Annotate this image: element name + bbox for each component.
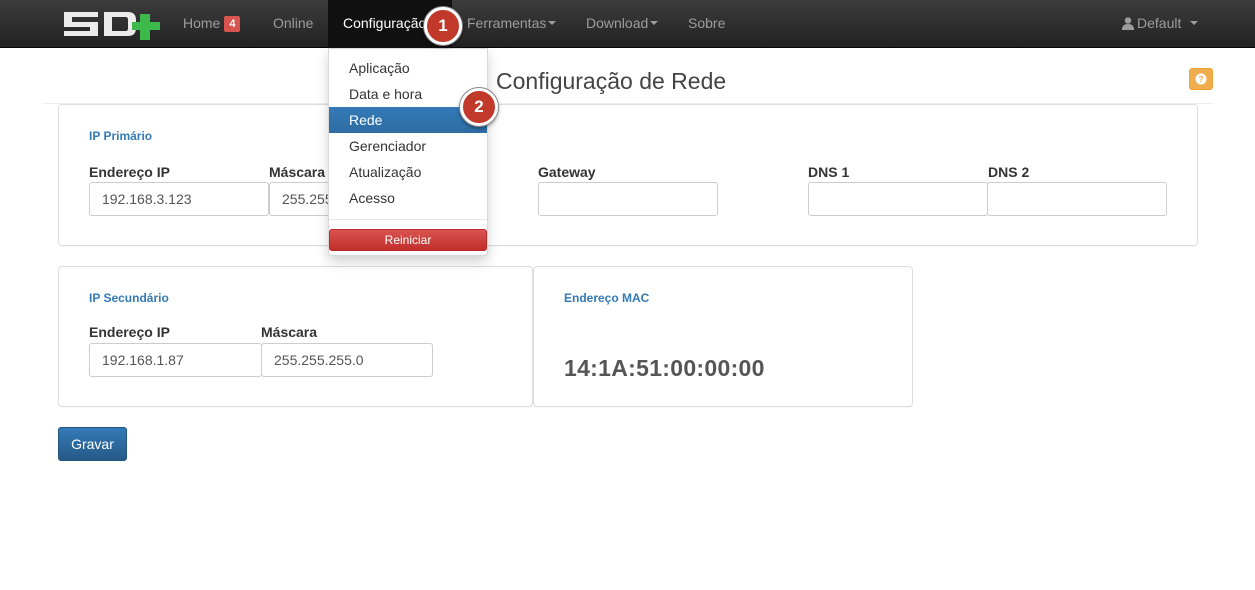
svg-text:?: ? [1199, 75, 1204, 84]
question-icon: ? [1195, 73, 1207, 85]
secondary-ip-panel: IP Secundário Endereço IP 192.168.1.87 M… [58, 266, 533, 407]
nav-download-label: Download [586, 15, 649, 31]
primary-ip-heading: IP Primário [89, 129, 153, 143]
user-menu[interactable]: Default [1122, 0, 1199, 48]
nav-online-label: Online [273, 15, 314, 31]
user-name: Default [1137, 15, 1182, 31]
menu-item-gerenciador[interactable]: Gerenciador [329, 133, 487, 159]
secondary-mask-input[interactable]: 255.255.255.0 [261, 343, 433, 377]
dns2-label: DNS 2 [988, 164, 1030, 180]
save-button[interactable]: Gravar [58, 427, 127, 461]
nav-sobre[interactable]: Sobre [688, 0, 725, 48]
menu-divider [329, 219, 487, 220]
nav-configuracao-label: Configuração [343, 15, 427, 31]
nav-ferramentas-label: Ferramentas [467, 15, 547, 31]
primary-mask-label: Máscara [269, 164, 326, 180]
caret-down-icon [650, 21, 659, 26]
nav-sobre-label: Sobre [688, 15, 726, 31]
secondary-ip-heading: IP Secundário [89, 291, 169, 305]
gateway-label: Gateway [538, 164, 596, 180]
secondary-ip-input[interactable]: 192.168.1.87 [89, 343, 262, 377]
top-navbar: Home 4 Online Configuração Ferramentas Do… [0, 0, 1255, 48]
primary-ip-input[interactable]: 192.168.3.123 [89, 182, 269, 216]
nav-home-label: Home [183, 15, 221, 31]
configuracao-dropdown-menu: Aplicação Data e hora Rede Gerenciador A… [328, 48, 488, 256]
help-button[interactable]: ? [1189, 68, 1213, 90]
mac-address-heading: Endereço MAC [564, 291, 650, 305]
secondary-mask-label: Máscara [261, 324, 318, 340]
notification-badge: 4 [224, 16, 241, 32]
step-marker-1: 1 [424, 7, 462, 45]
user-icon [1122, 17, 1134, 30]
secondary-ip-label: Endereço IP [89, 324, 170, 340]
mac-address-panel: Endereço MAC 14:1A:51:00:00:00 [533, 266, 913, 407]
menu-item-aplicacao[interactable]: Aplicação [329, 55, 487, 81]
brand-logo[interactable] [60, 6, 164, 42]
dns2-input[interactable] [987, 182, 1167, 216]
primary-ip-panel: IP Primário Endereço IP 192.168.3.123 Má… [58, 104, 1198, 246]
dns1-input[interactable] [808, 182, 988, 216]
page-title: Configuração de Rede [496, 68, 727, 94]
caret-down-icon [1190, 21, 1199, 26]
nav-home[interactable]: Home 4 [183, 0, 241, 48]
sd-plus-logo-icon [64, 12, 160, 40]
dns1-label: DNS 1 [808, 164, 850, 180]
nav-download[interactable]: Download [586, 0, 659, 48]
nav-online[interactable]: Online [273, 0, 313, 48]
nav-ferramentas[interactable]: Ferramentas [467, 0, 557, 48]
step-marker-2: 2 [460, 88, 498, 126]
menu-item-atualizacao[interactable]: Atualização [329, 159, 487, 185]
menu-item-acesso[interactable]: Acesso [329, 185, 487, 211]
primary-ip-label: Endereço IP [89, 164, 170, 180]
restart-button[interactable]: Reiniciar [329, 229, 487, 251]
caret-down-icon [548, 21, 557, 26]
mac-address-value: 14:1A:51:00:00:00 [564, 355, 765, 381]
gateway-input[interactable] [538, 182, 718, 216]
